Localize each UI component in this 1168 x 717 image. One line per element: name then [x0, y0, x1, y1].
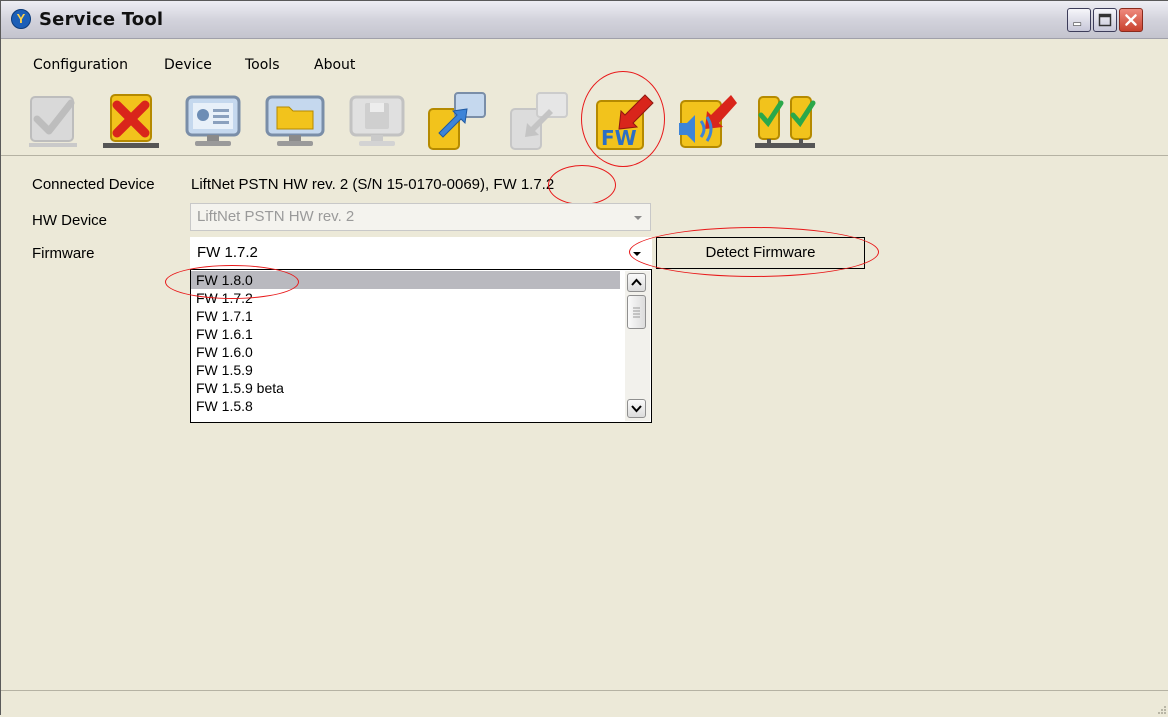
list-scrollbar[interactable] [625, 271, 650, 421]
close-button[interactable] [1119, 8, 1143, 32]
chevron-down-icon [631, 405, 642, 413]
list-item[interactable]: FW 1.5.8 [196, 397, 620, 415]
firmware-value: FW 1.7.2 [197, 244, 258, 261]
download-button[interactable] [507, 89, 571, 153]
grip-icon [633, 307, 640, 318]
maximize-button[interactable] [1093, 8, 1117, 32]
toolbar: FW [1, 71, 1168, 167]
menu-bar: Configuration Device Tools About [1, 51, 1168, 79]
list-item[interactable]: FW 1.5.9 [196, 361, 620, 379]
download-icon [510, 92, 568, 150]
list-item[interactable]: FW 1.7.1 [196, 307, 620, 325]
upload-to-pc-icon [428, 92, 486, 150]
minimize-button[interactable] [1067, 8, 1091, 32]
hw-device-label: HW Device [32, 212, 108, 229]
upload-to-pc-button[interactable] [425, 89, 489, 153]
fw-option-annotation [165, 265, 299, 299]
chevron-up-icon [631, 278, 642, 286]
chevron-down-icon [634, 216, 642, 220]
window-title: Service Tool [39, 9, 164, 30]
detect-button-annotation [629, 227, 879, 277]
menu-device[interactable]: Device [164, 57, 212, 73]
resize-grip-icon[interactable] [1155, 703, 1167, 715]
hw-device-select[interactable]: LiftNet PSTN HW rev. 2 [190, 203, 651, 231]
close-icon [1125, 14, 1137, 26]
scroll-up-button[interactable] [627, 273, 646, 292]
minimize-icon [1073, 22, 1082, 26]
menu-about[interactable]: About [314, 57, 355, 73]
fw-button-annotation [581, 71, 665, 167]
voice-update-button[interactable] [673, 89, 737, 153]
connected-device-label: Connected Device [32, 176, 155, 193]
scroll-thumb[interactable] [627, 295, 646, 329]
disconnect-icon [103, 94, 159, 148]
hw-device-value: LiftNet PSTN HW rev. 2 [197, 208, 355, 225]
verify-button[interactable] [21, 89, 85, 153]
open-button[interactable] [263, 89, 327, 153]
firmware-label: Firmware [32, 245, 95, 262]
device-settings-icon [185, 95, 241, 146]
service-tool-window: Y Service Tool Configuration Device Tool… [0, 0, 1168, 717]
list-item[interactable]: FW 1.5.9 beta [196, 379, 620, 397]
title-bar[interactable]: Y Service Tool [1, 1, 1168, 39]
menu-configuration[interactable]: Configuration [33, 57, 128, 73]
list-item[interactable]: FW 1.6.1 [196, 325, 620, 343]
maximize-icon [1098, 13, 1112, 27]
voice-update-icon [679, 95, 737, 148]
check-icon [29, 96, 77, 147]
fw-version-annotation [548, 165, 616, 205]
list-item[interactable]: FW 1.6.0 [196, 343, 620, 361]
firmware-select[interactable]: FW 1.7.2 [190, 237, 652, 269]
status-bar [1, 690, 1168, 717]
save-button[interactable] [345, 89, 409, 153]
open-folder-icon [265, 95, 325, 146]
network-check-button[interactable] [753, 89, 817, 153]
connected-device-value: LiftNet PSTN HW rev. 2 (S/N 15-0170-0069… [191, 176, 555, 193]
device-settings-button[interactable] [181, 89, 245, 153]
scroll-down-button[interactable] [627, 399, 646, 418]
save-icon [349, 95, 405, 146]
network-check-icon [755, 96, 816, 148]
menu-tools[interactable]: Tools [245, 57, 280, 73]
app-logo-icon: Y [11, 9, 31, 29]
disconnect-button[interactable] [99, 89, 163, 153]
